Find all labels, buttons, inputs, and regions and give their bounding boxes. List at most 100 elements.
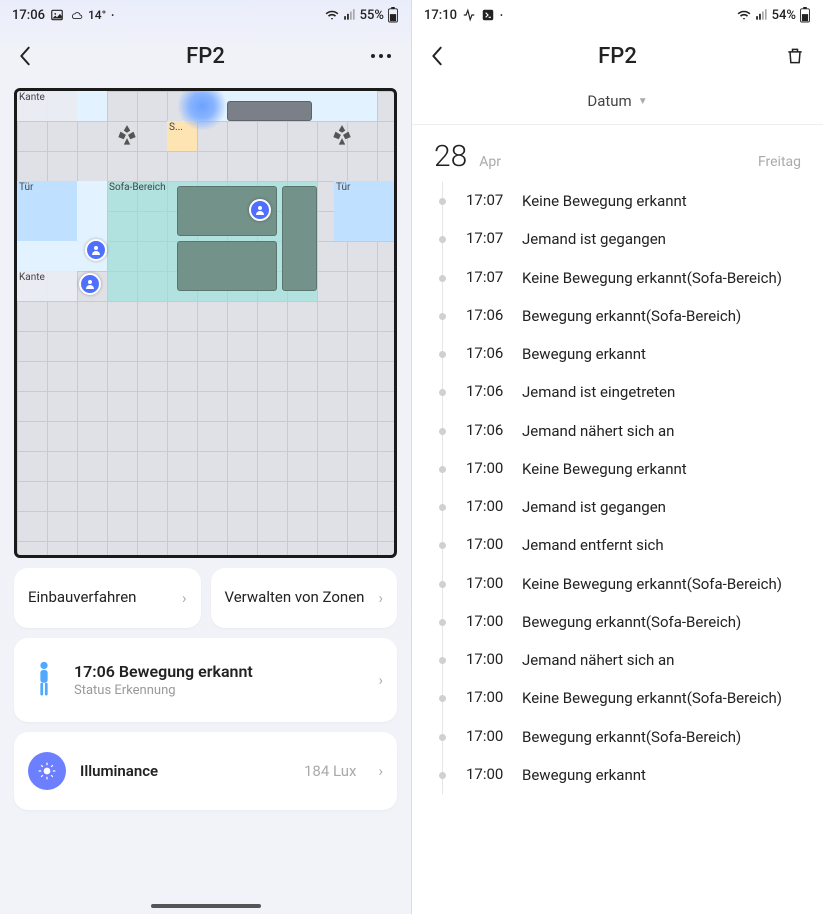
log-row[interactable]: 17:00Keine Bewegung erkannt(Sofa-Bereich… [412,565,823,603]
log-time: 17:00 [466,497,522,515]
event-log-pane: 17:10 • 54% FP2 [411,0,823,914]
log-row[interactable]: 17:06Jemand nähert sich an [412,412,823,450]
log-row[interactable]: 17:00Bewegung erkannt(Sofa-Bereich) [412,718,823,756]
timeline-dot-icon [439,389,446,396]
image-icon [50,8,64,22]
status-battery-pct: 54% [772,8,796,23]
log-row[interactable]: 17:00Jemand nähert sich an [412,641,823,679]
floor-map[interactable]: Kante S... Tür Sofa-Bereich Tür Kante [14,88,397,558]
log-time: 17:00 [466,535,522,553]
furniture-sofa [282,186,317,291]
log-message: Keine Bewegung erkannt(Sofa-Bereich) [522,688,782,708]
sensor-overview-pane: 17:06 14° • 55% FP2 [0,0,411,914]
app-icon [481,8,495,22]
log-time: 17:06 [466,344,522,362]
log-time: 17:00 [466,727,522,745]
log-time: 17:00 [466,612,522,630]
install-method-button[interactable]: Einbauverfahren › [14,568,201,628]
status-temp: 14° [88,8,106,22]
date-month: Apr [479,154,501,170]
wifi-icon [324,8,340,22]
log-message: Jemand nähert sich an [522,421,674,441]
timeline-dot-icon [439,313,446,320]
log-message: Keine Bewegung erkannt [522,459,687,479]
timeline-dot-icon [439,466,446,473]
signal-icon [755,8,769,22]
motion-status-card[interactable]: 17:06 Bewegung erkannt Status Erkennung … [14,638,397,722]
signal-icon [343,8,357,22]
zone-edge-1[interactable]: Kante [17,91,77,121]
page-title: FP2 [598,44,637,69]
log-row[interactable]: 17:06Bewegung erkannt [412,335,823,373]
status-time: 17:10 [424,8,457,23]
log-message: Jemand ist gegangen [522,229,666,249]
log-time: 17:06 [466,306,522,324]
log-time: 17:00 [466,459,522,477]
log-row[interactable]: 17:07Jemand ist gegangen [412,220,823,258]
log-row[interactable]: 17:07Keine Bewegung erkannt [412,182,823,220]
chevron-right-icon: › [378,762,383,780]
chevron-right-icon: › [378,671,383,689]
log-message: Jemand nähert sich an [522,650,674,670]
app-header: FP2 [0,30,411,82]
illuminance-label: Illuminance [80,762,158,780]
log-time: 17:07 [466,268,522,286]
person-marker [79,273,101,295]
timeline-dot-icon [439,428,446,435]
log-time: 17:00 [466,688,522,706]
battery-icon [387,7,399,23]
log-row[interactable]: 17:00Jemand ist gegangen [412,488,823,526]
timeline-dot-icon [439,734,446,741]
zone-door-1[interactable]: Tür [17,181,77,241]
zone-door-2[interactable]: Tür [334,181,394,241]
timeline-dot-icon [439,772,446,779]
zone-edge-2[interactable]: Kante [17,271,77,301]
chevron-right-icon: › [378,589,383,607]
log-row[interactable]: 17:00Bewegung erkannt(Sofa-Bereich) [412,603,823,641]
log-message: Keine Bewegung erkannt(Sofa-Bereich) [522,268,782,288]
timeline-dot-icon [439,542,446,549]
motion-status-title: 17:06 Bewegung erkannt [74,662,358,681]
log-row[interactable]: 17:00Bewegung erkannt [412,756,823,794]
illuminance-card[interactable]: Illuminance 184 Lux › [14,732,397,810]
dot-icon: • [500,11,503,20]
page-title: FP2 [186,44,225,69]
person-marker [85,239,107,261]
plant-icon [112,121,142,151]
back-button[interactable] [18,45,58,67]
log-message: Bewegung erkannt(Sofa-Bereich) [522,306,741,326]
brightness-icon [28,752,66,790]
manage-zones-button[interactable]: Verwalten von Zonen › [211,568,398,628]
app-header: FP2 [412,30,823,82]
log-time: 17:06 [466,382,522,400]
delete-button[interactable] [765,45,805,67]
log-message: Jemand ist gegangen [522,497,666,517]
timeline-dot-icon [439,198,446,205]
log-row[interactable]: 17:00Keine Bewegung erkannt [412,450,823,488]
illuminance-value: 184 Lux [304,762,356,780]
log-time: 17:07 [466,229,522,247]
event-log-list[interactable]: 17:07Keine Bewegung erkannt17:07Jemand i… [412,182,823,794]
log-time: 17:00 [466,574,522,592]
log-row[interactable]: 17:06Jemand ist eingetreten [412,373,823,411]
log-time: 17:06 [466,421,522,439]
more-button[interactable] [353,52,393,60]
timeline-dot-icon [439,581,446,588]
status-bar: 17:10 • 54% [412,0,823,30]
log-row[interactable]: 17:06Bewegung erkannt(Sofa-Bereich) [412,297,823,335]
sensor-beam-icon [177,88,227,131]
plant-icon [327,121,357,151]
log-row[interactable]: 17:00Jemand entfernt sich [412,526,823,564]
home-indicator[interactable] [151,904,261,908]
log-message: Jemand ist eingetreten [522,382,675,402]
log-row[interactable]: 17:07Keine Bewegung erkannt(Sofa-Bereich… [412,259,823,297]
log-time: 17:00 [466,650,522,668]
log-message: Bewegung erkannt(Sofa-Bereich) [522,612,741,632]
weather-icon [69,8,83,22]
date-filter-dropdown[interactable]: Datum ▼ [412,82,823,125]
log-row[interactable]: 17:00Keine Bewegung erkannt(Sofa-Bereich… [412,679,823,717]
date-weekday: Freitag [758,154,801,170]
date-header: 28 Apr Freitag [412,125,823,182]
log-time: 17:07 [466,191,522,209]
back-button[interactable] [430,45,470,67]
